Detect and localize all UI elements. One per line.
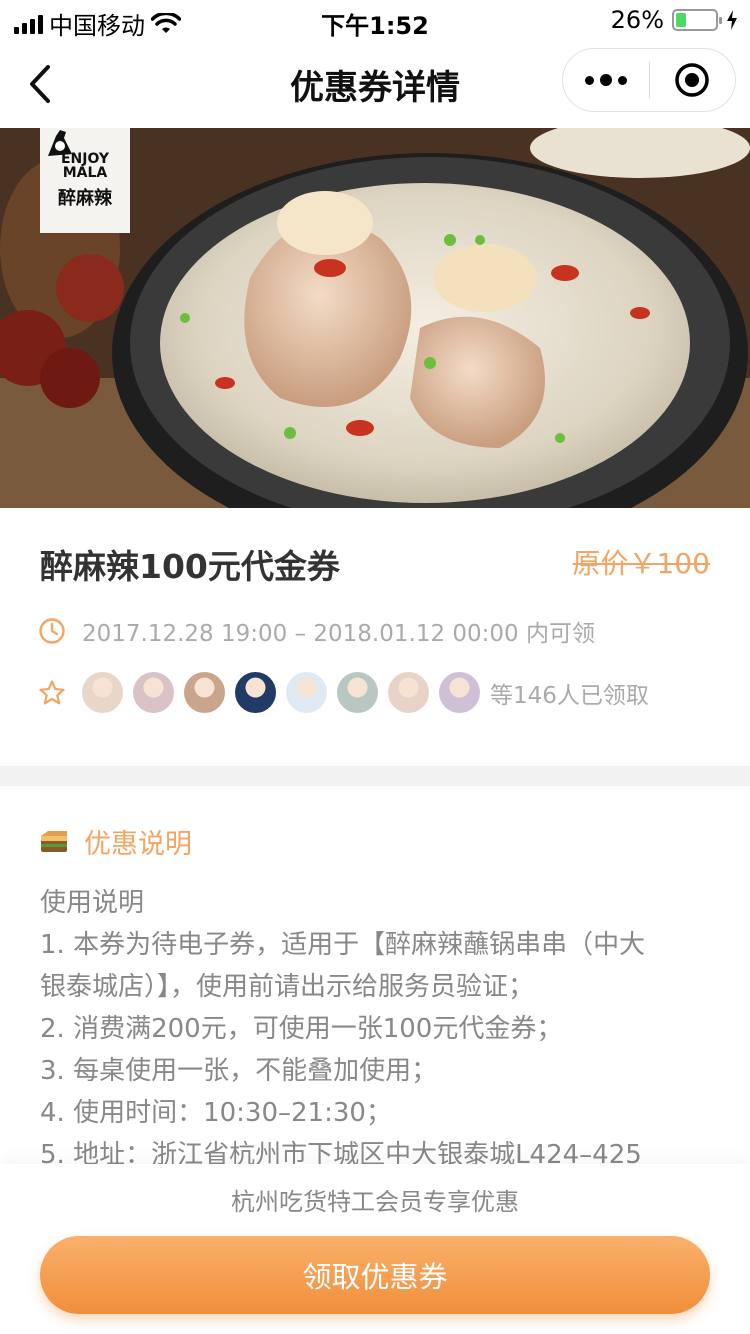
status-right: 26% [611, 6, 738, 34]
brand-logo: ENJOY MALA 醉麻辣 [40, 128, 130, 233]
avatar [235, 672, 276, 713]
claim-coupon-button[interactable]: 领取优惠券 [40, 1236, 710, 1314]
description-line: 2. 消费满200元，可使用一张100元代金券； [40, 1014, 563, 1044]
claimed-count-text: 等146人已领取 [490, 682, 649, 709]
validity-row: 2017.12.28 19:00 – 2018.01.12 00:00 内可领 [38, 614, 595, 648]
logo-text-mala: MALA [62, 164, 108, 181]
more-button[interactable] [563, 48, 649, 112]
bottom-action-bar: 杭州吃货特工会员专享优惠 领取优惠券 [0, 1164, 750, 1334]
avatar [388, 672, 429, 713]
logo-text-cn: 醉麻辣 [58, 187, 112, 209]
more-icon [584, 75, 594, 85]
description-heading-text: 优惠说明 [84, 829, 192, 860]
description-line: 3. 每桌使用一张，不能叠加使用； [40, 1056, 438, 1086]
battery-icon [672, 9, 722, 31]
nav-bar: 优惠券详情 [0, 40, 750, 128]
avatar [439, 672, 480, 713]
description-line: 使用说明 [40, 888, 145, 918]
star-icon [39, 679, 65, 704]
avatar [337, 672, 378, 713]
charging-icon [727, 10, 737, 30]
member-note: 杭州吃货特工会员专享优惠 [231, 1188, 519, 1216]
close-button[interactable] [650, 48, 736, 112]
description-line: 1. 本券为待电子券，适用于【醉麻辣蘸锅串串（中大 [40, 930, 646, 960]
avatar-list [82, 672, 480, 713]
section-divider [0, 766, 750, 786]
avatar [286, 672, 327, 713]
status-bar: 中国移动 下午1:52 26% [0, 0, 750, 40]
avatar [184, 672, 225, 713]
validity-text: 2017.12.28 19:00 – 2018.01.12 00:00 内可领 [82, 621, 595, 647]
description-body: 使用说明 1. 本券为待电子券，适用于【醉麻辣蘸锅串串（中大 银泰城店）】，使用前请… [40, 882, 720, 1176]
description-line: 银泰城店）】，使用前请出示给服务员验证； [40, 972, 535, 1002]
close-icon [675, 63, 709, 97]
bottle-icon [48, 130, 72, 156]
avatar [133, 672, 174, 713]
cake-icon [41, 830, 67, 852]
description-line: 4. 使用时间：10:30–21:30； [40, 1098, 392, 1128]
claimed-users-row: 等146人已领取 [38, 672, 649, 713]
menu-capsule [562, 48, 736, 112]
avatar [82, 672, 123, 713]
battery-fill [676, 13, 686, 27]
coupon-detail-page: 中国移动 下午1:52 26% 优惠券详情 ENJOY MALA 醉麻辣 醉麻辣… [0, 0, 750, 1334]
battery-percent: 26% [610, 6, 664, 34]
original-price: 原价￥100 [572, 547, 710, 580]
coupon-title: 醉麻辣100元代金券 [40, 547, 340, 586]
clock-icon [39, 618, 65, 644]
description-heading: 优惠说明 [40, 822, 192, 861]
hero-image: ENJOY MALA 醉麻辣 [0, 128, 750, 508]
